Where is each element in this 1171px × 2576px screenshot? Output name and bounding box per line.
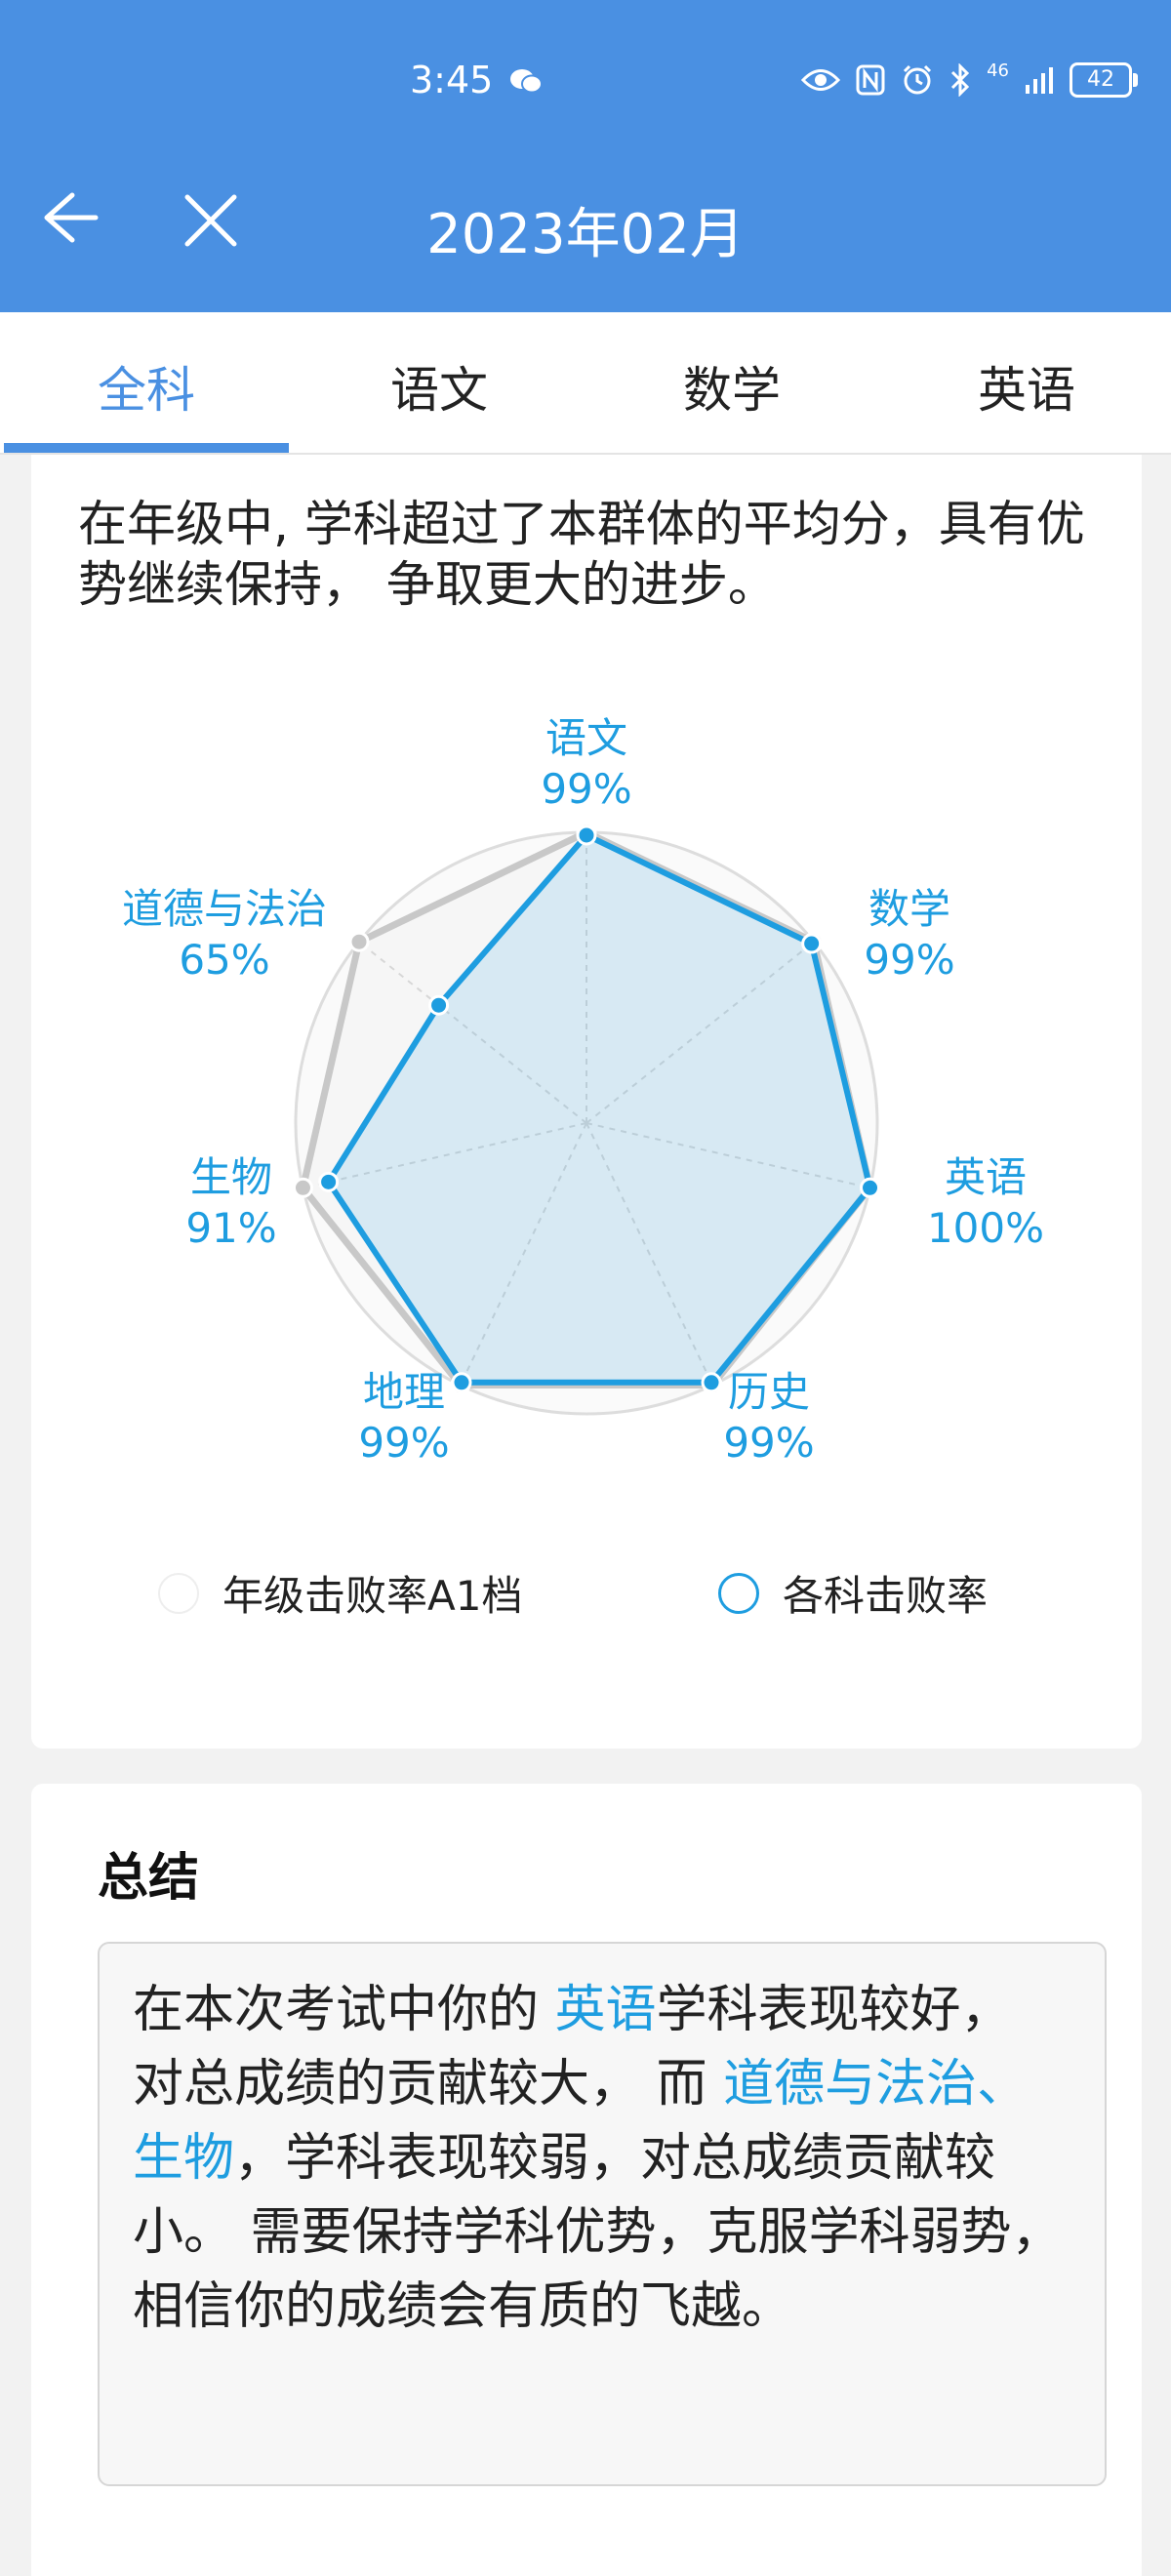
page-title: 2023年02月 [426,203,745,266]
axis-value-2: 100% [927,1204,1044,1252]
legend-marker-subject-rate [718,1572,759,1614]
axis-label-5: 生物 [190,1153,272,1201]
summary-text-part1: 在本次考试中你的 [133,1981,555,2039]
status-icons: 46 42 [801,60,1138,98]
axis-label-6: 道德与法治 [122,885,327,933]
radar-chart: 语文99%数学99%英语100%历史99%地理99%生物91%道德与法治65% [122,714,1044,1460]
analysis-description: 在年级中, 学科超过了本群体的平均分，具有优势继续保持， 争取更大的进步。 [78,496,1085,613]
status-time: 3:45 [410,59,494,101]
subject-rate-point-2 [860,1177,881,1198]
axis-label-3: 历史 [728,1368,810,1416]
axis-value-0: 99% [541,765,631,813]
subject-tabs: 全科 语文 数学 英语 [0,312,1171,455]
battery-level: 42 [1087,67,1114,92]
subject-rate-point-4 [451,1372,472,1393]
axis-label-4: 地理 [363,1368,445,1416]
axis-value-1: 99% [864,936,954,984]
wechat-icon [510,69,543,94]
summary-text: 在本次考试中你的 英语学科表现较好， 对总成绩的贡献较大， 而 道德与法治、生物… [133,1973,1070,2344]
subject-rate-point-1 [801,933,823,954]
strong-subject-highlight: 英语 [554,1981,657,2039]
tab-math[interactable]: 数学 [615,351,849,422]
analysis-card: 在年级中, 学科超过了本群体的平均分，具有优势继续保持， 争取更大的进步。 语文… [31,455,1142,1749]
summary-box: 在本次考试中你的 英语学科表现较好， 对总成绩的贡献较大， 而 道德与法治、生物… [98,1942,1107,2486]
axis-value-3: 99% [723,1419,814,1460]
axis-value-4: 99% [358,1419,449,1460]
summary-title: 总结 [98,1849,200,1908]
network-type: 46 [987,60,1009,81]
axis-value-5: 91% [185,1204,276,1252]
eye-icon [801,69,841,91]
grade-a1-point-6 [348,931,370,952]
legend-label-subject-rate: 各科击败率 [783,1572,989,1620]
summary-card: 总结 在本次考试中你的 英语学科表现较好， 对总成绩的贡献较大， 而 道德与法治… [31,1784,1142,2576]
legend-marker-grade-a1 [158,1572,199,1614]
legend-item-grade-a1[interactable]: 年级击败率A1档 [158,1563,522,1623]
axis-label-1: 数学 [868,885,950,933]
subject-rate-point-5 [318,1171,340,1192]
signal-icon [1026,67,1053,94]
axis-label-2: 英语 [945,1153,1027,1201]
grade-a1-point-5 [292,1177,313,1198]
chart-legend: 年级击败率A1档 各科击败率 [31,1563,1142,1641]
axis-label-0: 语文 [545,714,627,762]
tab-english[interactable]: 英语 [909,351,1144,422]
tab-chinese[interactable]: 语文 [322,351,556,422]
subject-rate-point-6 [428,994,450,1016]
tab-all-subjects[interactable]: 全科 [29,351,263,422]
bluetooth-icon [951,63,970,97]
active-tab-indicator [4,443,289,453]
subject-rate-point-0 [576,825,597,846]
nfc-icon [856,64,885,96]
axis-value-6: 65% [179,936,269,984]
app-header: 3:45 46 42 2023年02月 [0,0,1171,312]
legend-item-subject-rate[interactable]: 各科击败率 [718,1563,988,1623]
battery-icon: 42 [1070,62,1138,98]
legend-label-grade-a1: 年级击败率A1档 [222,1572,523,1620]
summary-text-part3: ，学科表现较弱，对总成绩贡献较小。 需要保持学科优势，克服学科弱势，相信你的成绩… [133,2129,1063,2336]
subject-rate-point-3 [701,1372,722,1393]
alarm-icon [904,64,932,95]
